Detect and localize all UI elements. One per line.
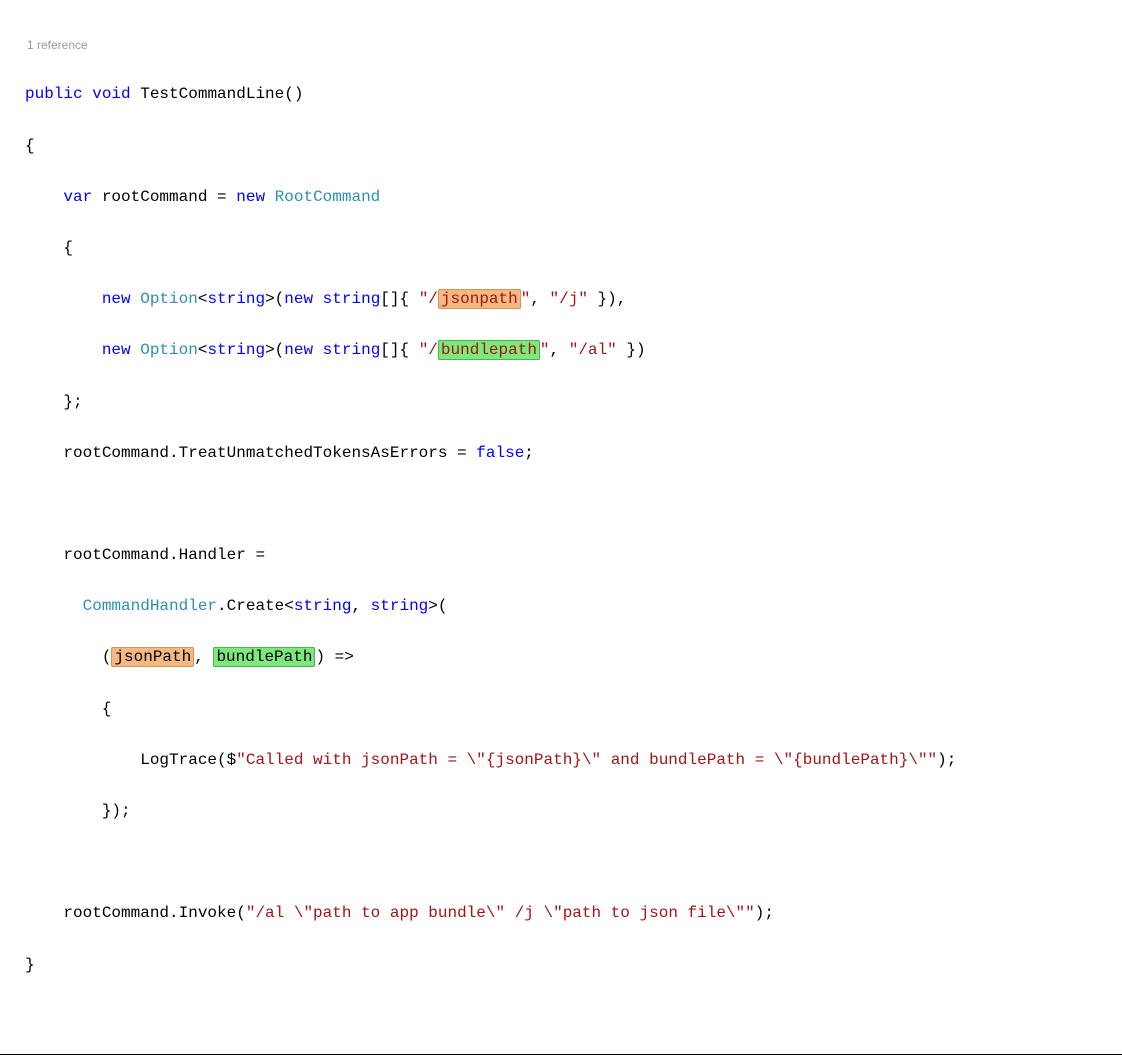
keyword-new: new — [284, 341, 313, 359]
code-text: []{ — [380, 341, 418, 359]
code-text: LogTrace($ — [140, 751, 236, 769]
code-line: { — [25, 236, 1102, 262]
code-line: }); — [25, 799, 1102, 825]
string-literal: "Called with jsonPath = \"{jsonPath}\" a… — [236, 751, 937, 769]
code-line: public void TestCommandLine() — [25, 82, 1102, 108]
keyword-new: new — [102, 290, 131, 308]
comma: , — [351, 597, 370, 615]
codelens-reference[interactable]: 1 reference — [25, 36, 1102, 55]
code-text: >( — [265, 290, 284, 308]
code-text: rootCommand.Invoke( — [63, 904, 245, 922]
string-literal: "/j" — [550, 290, 588, 308]
code-text: ); — [755, 904, 774, 922]
code-line: CommandHandler.Create<string, string>( — [25, 594, 1102, 620]
keyword-string: string — [313, 290, 380, 308]
semicolon: ; — [524, 444, 534, 462]
highlight-jsonpath: jsonpath — [438, 289, 521, 309]
keyword-string: string — [207, 290, 265, 308]
string-quote: " — [540, 341, 550, 359]
keyword-new: new — [284, 290, 313, 308]
code-text: }), — [588, 290, 626, 308]
code-line: }; — [25, 390, 1102, 416]
code-line: var rootCommand = new RootCommand — [25, 185, 1102, 211]
angle-open: < — [198, 341, 208, 359]
string-literal: "/al \"path to app bundle\" /j \"path to… — [246, 904, 755, 922]
keyword-string: string — [207, 341, 265, 359]
string-quote: "/ — [419, 341, 438, 359]
code-text: rootCommand.TreatUnmatchedTokensAsErrors… — [63, 444, 476, 462]
highlight-jsonpath-param: jsonPath — [111, 647, 194, 667]
lambda-arrow: ) => — [315, 648, 353, 666]
brace: { — [102, 700, 112, 718]
code-text: >( — [265, 341, 284, 359]
string-quote: " — [521, 290, 531, 308]
code-line: (jsonPath, bundlePath) => — [25, 645, 1102, 671]
code-line: rootCommand.Handler = — [25, 543, 1102, 569]
type-option: Option — [131, 290, 198, 308]
method-name: TestCommandLine() — [131, 85, 304, 103]
code-text: []{ — [380, 290, 418, 308]
keyword-var: var — [63, 188, 92, 206]
string-quote: "/ — [419, 290, 438, 308]
type-option: Option — [131, 341, 198, 359]
angle-open: < — [198, 290, 208, 308]
code-line: new Option<string>(new string[]{ "/jsonp… — [25, 287, 1102, 313]
comma: , — [550, 341, 569, 359]
brace-close: }; — [63, 393, 82, 411]
keyword-public: public — [25, 85, 83, 103]
keyword-void: void — [92, 85, 130, 103]
code-line: rootCommand.TreatUnmatchedTokensAsErrors… — [25, 441, 1102, 467]
keyword-string: string — [371, 597, 429, 615]
code-text: rootCommand = — [92, 188, 236, 206]
code-text: ); — [937, 751, 956, 769]
keyword-string: string — [313, 341, 380, 359]
keyword-false: false — [476, 444, 524, 462]
string-literal: "/al" — [569, 341, 617, 359]
highlight-bundlepath: bundlepath — [438, 340, 540, 360]
keyword-new: new — [102, 341, 131, 359]
type-commandhandler: CommandHandler — [83, 597, 217, 615]
brace-close: } — [25, 956, 35, 974]
brace-close: }); — [102, 802, 131, 820]
code-line: { — [25, 697, 1102, 723]
paren-open: ( — [102, 648, 112, 666]
code-text: rootCommand.Handler = — [63, 546, 265, 564]
brace: { — [25, 137, 35, 155]
highlight-bundlepath-param: bundlePath — [213, 647, 315, 667]
code-line: LogTrace($"Called with jsonPath = \"{jso… — [25, 748, 1102, 774]
code-line: new Option<string>(new string[]{ "/bundl… — [25, 338, 1102, 364]
code-line — [25, 492, 1102, 518]
code-line: { — [25, 134, 1102, 160]
type-rootcommand: RootCommand — [265, 188, 380, 206]
keyword-new: new — [236, 188, 265, 206]
code-line — [25, 850, 1102, 876]
code-editor[interactable]: 1 reference public void TestCommandLine(… — [0, 0, 1122, 1014]
brace: { — [63, 239, 73, 257]
code-text: .Create< — [217, 597, 294, 615]
keyword-string: string — [294, 597, 352, 615]
comma: , — [194, 648, 213, 666]
code-text: }) — [617, 341, 646, 359]
code-line: } — [25, 953, 1102, 979]
code-text: >( — [428, 597, 447, 615]
comma: , — [530, 290, 549, 308]
code-line: rootCommand.Invoke("/al \"path to app bu… — [25, 901, 1102, 927]
